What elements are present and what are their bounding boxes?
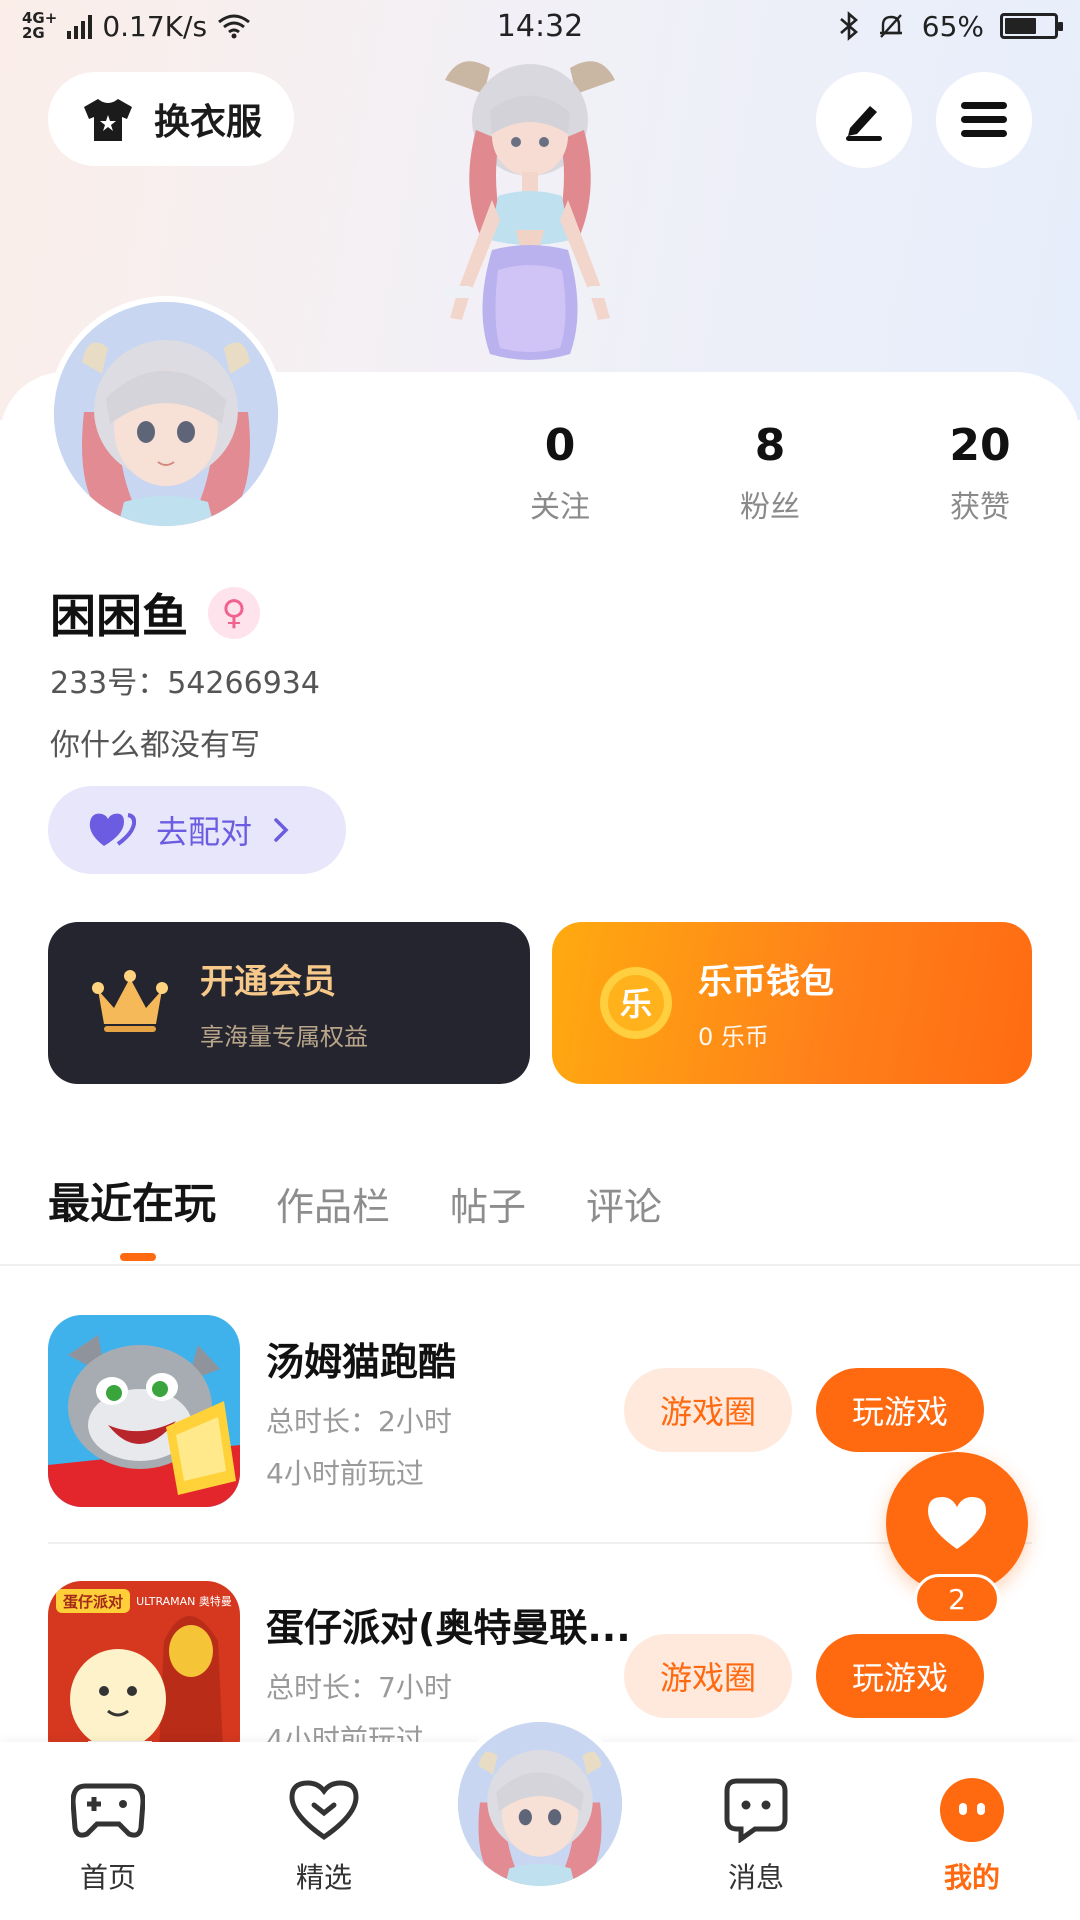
stat-fans-value: 8 [754, 420, 786, 471]
game-last-played: 4小时前玩过 [266, 1456, 424, 1490]
nav-profile-label: 我的 [943, 1861, 1000, 1894]
row-divider [48, 1542, 1032, 1544]
wifi-icon [218, 14, 250, 39]
active-tab-indicator [120, 1253, 156, 1261]
heart-pair-icon [89, 813, 136, 846]
game-name: 汤姆猫跑酷 [266, 1339, 457, 1384]
change-outfit-button[interactable]: 换衣服 [48, 72, 294, 166]
match-button[interactable]: 去配对 [48, 786, 346, 874]
change-outfit-label: 换衣服 [153, 102, 262, 143]
svg-text:乐: 乐 [620, 985, 652, 1023]
network-type: 4G+ 2G [22, 11, 57, 41]
heart-icon [928, 1497, 986, 1549]
network-speed: 0.17K/s [102, 9, 208, 43]
tab-posts[interactable]: 帖子 [450, 1176, 526, 1231]
wallet-title: 乐币钱包 [698, 962, 834, 1002]
status-bar: 4G+ 2G 0.17K/s 14:32 65% [0, 0, 1080, 52]
status-right: 65% [838, 9, 1063, 43]
nav-avatar-button[interactable] [452, 1716, 628, 1892]
nav-profile[interactable]: 我的 [912, 1772, 1032, 1896]
game-icon-talking-tom[interactable] [48, 1315, 240, 1507]
battery-icon [1000, 13, 1063, 39]
nav-messages-label: 消息 [727, 1861, 784, 1894]
svg-text:ULTRAMAN 奥特曼: ULTRAMAN 奥特曼 [136, 1594, 232, 1608]
stat-likes[interactable]: 20 获赞 [910, 420, 1050, 526]
game-name: 蛋仔派对(奥特曼联... [266, 1605, 631, 1650]
avatar-character-illustration[interactable] [400, 50, 660, 372]
battery-percent: 65% [921, 9, 984, 43]
profile-face-icon [912, 1772, 1032, 1848]
svg-text:蛋仔派对: 蛋仔派对 [63, 1593, 123, 1611]
nav-avatar [458, 1722, 622, 1886]
stat-fans[interactable]: 8 粉丝 [700, 420, 840, 526]
vip-text: 开通会员 享海量专属权益 [200, 954, 368, 1052]
chevron-right-icon [274, 818, 289, 842]
game-circle-button[interactable]: 游戏圈 [624, 1634, 792, 1718]
match-label: 去配对 [156, 813, 253, 851]
crown-icon [92, 970, 168, 1032]
female-icon: ♀ [208, 587, 260, 639]
stat-following[interactable]: 0 关注 [490, 420, 630, 526]
floating-like-button[interactable] [886, 1452, 1028, 1594]
username: 困困鱼 [50, 589, 188, 643]
menu-button[interactable] [936, 72, 1032, 168]
wallet-text: 乐币钱包 0 乐币 [698, 954, 834, 1052]
wallet-balance: 0 乐币 [698, 1023, 769, 1051]
game-circle-button[interactable]: 游戏圈 [624, 1368, 792, 1452]
bio[interactable]: 你什么都没有写 [50, 720, 260, 764]
username-row: 困困鱼 ♀ [50, 580, 260, 646]
nav-featured[interactable]: 精选 [264, 1772, 384, 1896]
shirt-icon [83, 99, 132, 141]
network-type-bottom: 2G [22, 24, 45, 42]
talking-tom-icon [48, 1315, 240, 1507]
tab-recently-played[interactable]: 最近在玩 [48, 1170, 217, 1261]
message-icon [696, 1772, 816, 1848]
vip-subtitle: 享海量专属权益 [200, 1023, 368, 1051]
stat-fans-label: 粉丝 [740, 490, 800, 525]
vip-card[interactable]: 开通会员 享海量专属权益 [48, 922, 530, 1084]
edit-icon [846, 106, 882, 141]
gamepad-icon [48, 1772, 168, 1848]
avatar-portrait-image [54, 302, 278, 526]
menu-icon [961, 102, 1007, 137]
tabs-divider [0, 1264, 1080, 1266]
profile-tabs: 最近在玩 作品栏 帖子 评论 [48, 1170, 662, 1261]
play-game-button[interactable]: 玩游戏 [816, 1368, 984, 1452]
heart-chat-icon [264, 1772, 384, 1848]
vip-title: 开通会员 [200, 962, 336, 1002]
like-count-badge: 2 [914, 1574, 1000, 1624]
game-info: 蛋仔派对(奥特曼联... 总时长：7小时 4小时前玩过 [266, 1597, 666, 1758]
battery-level [1005, 18, 1037, 34]
edit-profile-button[interactable] [816, 72, 912, 168]
coin-icon: 乐 [600, 967, 672, 1039]
stat-likes-label: 获赞 [950, 490, 1010, 525]
mute-bell-icon [879, 14, 902, 38]
avatar[interactable] [48, 296, 284, 532]
profile-stats: 0 关注 8 粉丝 20 获赞 [490, 420, 1050, 526]
avatar-portrait-image [458, 1722, 622, 1886]
nav-home-label: 首页 [79, 1861, 136, 1894]
game-duration: 总时长：7小时 [266, 1670, 452, 1704]
tab-works[interactable]: 作品栏 [276, 1176, 390, 1231]
play-game-button[interactable]: 玩游戏 [816, 1634, 984, 1718]
wallet-card[interactable]: 乐 乐币钱包 0 乐币 [552, 922, 1032, 1084]
stat-following-label: 关注 [530, 490, 590, 525]
stat-likes-value: 20 [949, 420, 1011, 471]
game-duration: 总时长：2小时 [266, 1404, 452, 1438]
signal-icon [67, 13, 93, 39]
nav-featured-label: 精选 [295, 1861, 352, 1894]
game-info: 汤姆猫跑酷 总时长：2小时 4小时前玩过 [266, 1331, 666, 1492]
status-left: 4G+ 2G 0.17K/s [22, 10, 251, 43]
tab-recently-played-label: 最近在玩 [48, 1179, 217, 1228]
nav-messages[interactable]: 消息 [696, 1772, 816, 1896]
bluetooth-icon [839, 11, 858, 41]
user-id[interactable]: 233号：54266934 [50, 658, 320, 702]
stat-following-value: 0 [544, 420, 576, 471]
tab-comments[interactable]: 评论 [586, 1176, 662, 1231]
nav-home[interactable]: 首页 [48, 1772, 168, 1896]
